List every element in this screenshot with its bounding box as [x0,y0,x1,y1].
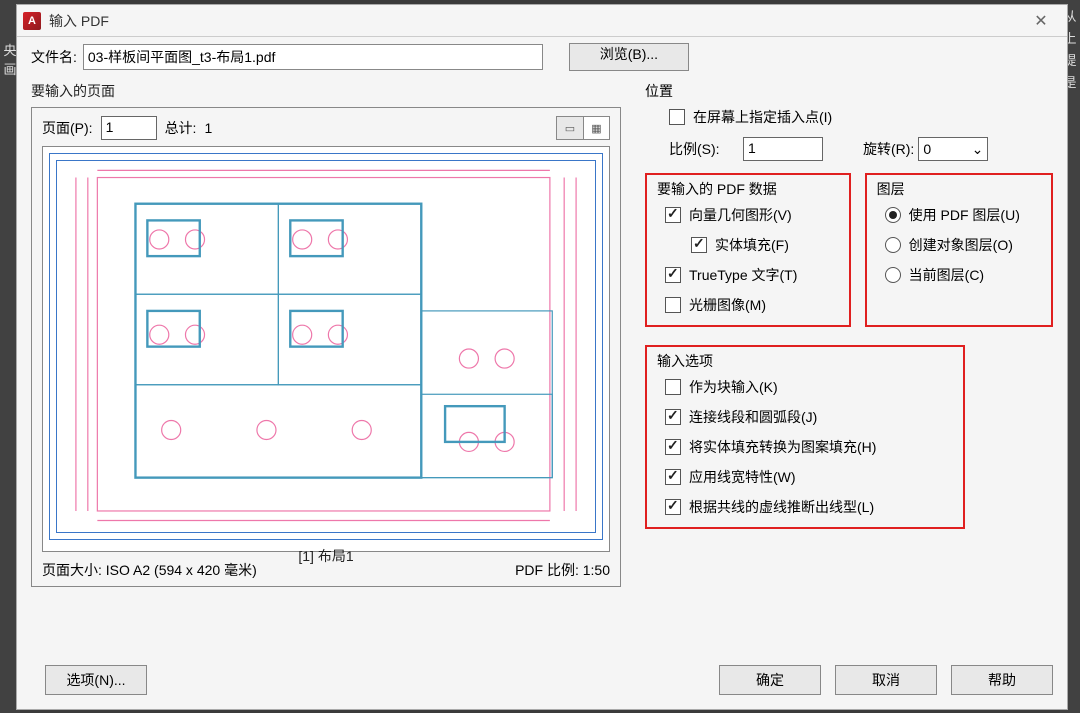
vector-geometry-label: 向量几何图形(V) [689,205,792,225]
truetype-text-checkbox[interactable] [665,267,681,283]
ok-button[interactable]: 确定 [719,665,821,695]
import-options-group: 输入选项 作为块输入(K) 连接线段和圆弧段(J) 将实体填充转换为图案填充(H… [645,345,965,529]
current-layer-label: 当前图层(C) [909,265,984,285]
pdf-data-legend: 要输入的 PDF 数据 [657,179,839,199]
join-segments-checkbox[interactable] [665,409,681,425]
page-size-label: 页面大小: ISO A2 (594 x 420 毫米) [42,560,257,580]
raster-images-checkbox[interactable] [665,297,681,313]
use-pdf-layers-radio[interactable] [885,207,901,223]
app-icon: A [23,12,41,30]
help-button[interactable]: 帮助 [951,665,1053,695]
layers-legend: 图层 [877,179,1041,199]
solid-fills-checkbox[interactable] [691,237,707,253]
solid-fills-label: 实体填充(F) [715,235,789,255]
single-view-icon[interactable]: ▭ [557,117,583,139]
grid-view-icon[interactable]: ▦ [583,117,609,139]
rotation-value: 0 [923,141,931,157]
specify-on-screen-label: 在屏幕上指定插入点(I) [693,107,832,127]
position-legend: 位置 [645,81,1053,101]
thumbnail-frame[interactable] [49,153,603,540]
position-group: 位置 在屏幕上指定插入点(I) 比例(S): 1 旋转(R): 0 ⌄ [645,81,1053,161]
specify-on-screen-checkbox[interactable] [669,109,685,125]
scale-input[interactable]: 1 [743,137,823,161]
close-icon[interactable]: ✕ [1021,11,1061,31]
apply-lineweights-checkbox[interactable] [665,469,681,485]
file-name-input[interactable]: 03-样板间平面图_t3-布局1.pdf [83,44,543,70]
file-label: 文件名: [31,47,77,67]
total-value: 1 [204,120,212,136]
rotation-label: 旋转(R): [863,139,914,159]
import-options-legend: 输入选项 [657,351,953,371]
infer-linetypes-label: 根据共线的虚线推断出线型(L) [689,497,874,517]
apply-lineweights-label: 应用线宽特性(W) [689,467,796,487]
total-label: 总计: [165,118,197,138]
browse-button[interactable]: 浏览(B)... [569,43,689,71]
rotation-select[interactable]: 0 ⌄ [918,137,988,161]
import-pdf-dialog: A 输入 PDF ✕ 文件名: 03-样板间平面图_t3-布局1.pdf 浏览(… [16,4,1068,710]
preview-legend: 要输入的页面 [31,81,621,101]
options-button[interactable]: 选项(N)... [45,665,147,695]
join-segments-label: 连接线段和圆弧段(J) [689,407,817,427]
page-number-input[interactable]: 1 [101,116,157,140]
preview-box: 页面(P): 1 总计: 1 ▭ ▦ [31,107,621,587]
page-label: 页面(P): [42,118,93,138]
floorplan-preview [64,168,588,525]
thumbnail-container: [1] 布局1 [42,146,610,552]
as-block-checkbox[interactable] [665,379,681,395]
pdf-scale-label: PDF 比例: 1:50 [515,560,610,580]
use-pdf-layers-label: 使用 PDF 图层(U) [909,205,1020,225]
view-toggle: ▭ ▦ [556,116,610,140]
create-object-layers-radio[interactable] [885,237,901,253]
create-object-layers-label: 创建对象图层(O) [909,235,1013,255]
layers-group: 图层 使用 PDF 图层(U) 创建对象图层(O) 当前图层(C) [865,173,1053,327]
scale-label: 比例(S): [669,139,739,159]
as-block-label: 作为块输入(K) [689,377,778,397]
chevron-down-icon: ⌄ [972,141,984,158]
current-layer-radio[interactable] [885,267,901,283]
dialog-footer: 选项(N)... 确定 取消 帮助 [31,665,1053,695]
cancel-button[interactable]: 取消 [835,665,937,695]
dialog-title: 输入 PDF [49,11,1021,31]
infer-linetypes-checkbox[interactable] [665,499,681,515]
raster-images-label: 光栅图像(M) [689,295,766,315]
file-row: 文件名: 03-样板间平面图_t3-布局1.pdf 浏览(B)... [31,43,1053,71]
truetype-text-label: TrueType 文字(T) [689,265,797,285]
pdf-data-group: 要输入的 PDF 数据 向量几何图形(V) 实体填充(F) TrueType 文… [645,173,851,327]
vector-geometry-checkbox[interactable] [665,207,681,223]
titlebar: A 输入 PDF ✕ [17,5,1067,37]
solid-to-hatch-checkbox[interactable] [665,439,681,455]
solid-to-hatch-label: 将实体填充转换为图案填充(H) [689,437,876,457]
